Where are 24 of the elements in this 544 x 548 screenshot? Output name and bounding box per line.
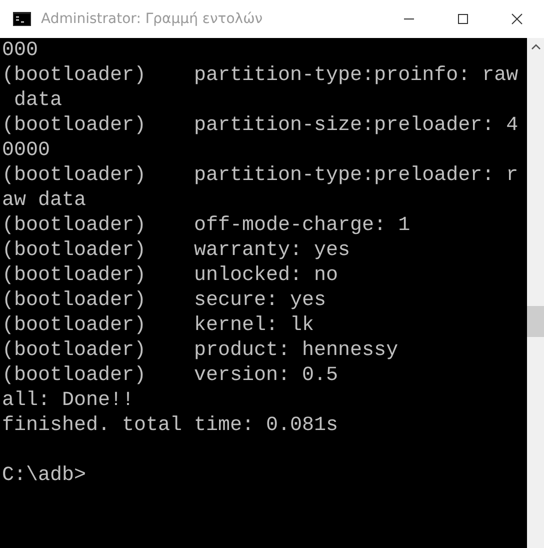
console-line: 0000 [2,138,52,163]
console-line: 000 [2,38,40,63]
scrollbar-thumb[interactable] [527,306,544,337]
console-line: (bootloader) unlocked: no [2,263,340,288]
console-line: (bootloader) partition-size:preloader: 4 [2,113,520,138]
console-line: aw data [2,188,88,213]
console-line: (bootloader) partition-type:preloader: r [2,163,520,188]
console-line: all: Done!! [2,388,136,413]
console-line: (bootloader) secure: yes [2,288,328,313]
window-title: Administrator: Γραμμή εντολών [41,11,263,27]
scrollbar[interactable] [527,38,544,548]
scroll-up-icon[interactable] [530,44,540,50]
console-line: (bootloader) kernel: lk [2,313,316,338]
console-line: (bootloader) version: 0.5 [2,363,340,388]
close-icon[interactable] [511,13,523,25]
console-line: (bootloader) off-mode-charge: 1 [2,213,412,238]
console-line: finished. total time: 0.081s [2,413,340,438]
terminal-icon [13,12,31,26]
console-line: data [13,88,64,113]
console-line: (bootloader) partition-type:proinfo: raw [2,63,520,88]
command-prompt: C:\adb> [2,463,88,488]
console-line: (bootloader) warranty: yes [2,238,352,263]
maximize-icon[interactable] [457,13,469,25]
console-line: (bootloader) product: hennessy [2,338,400,363]
